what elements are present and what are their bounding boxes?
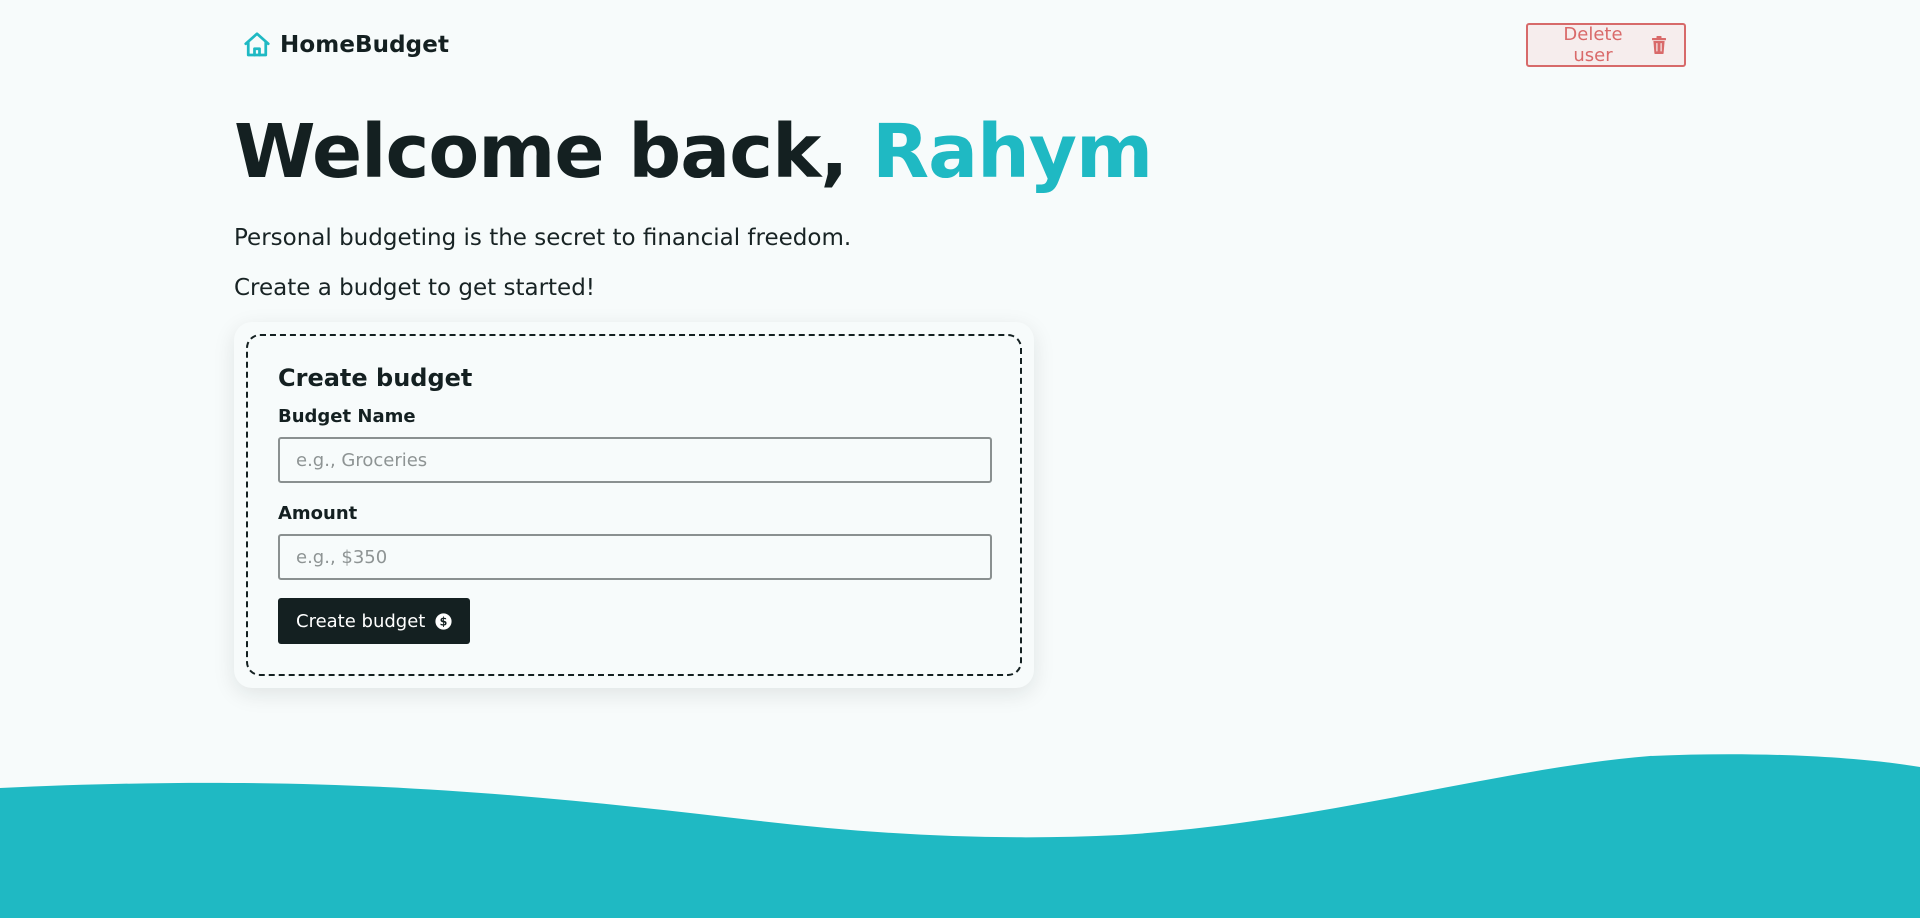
tagline: Personal budgeting is the secret to fina… — [234, 225, 852, 251]
wave-decoration — [0, 754, 1920, 918]
brand-name: HomeBudget — [280, 32, 450, 58]
welcome-heading: Welcome back, Rahym — [234, 109, 1153, 195]
trash-icon — [1651, 36, 1667, 54]
create-budget-label: Create budget — [296, 610, 426, 632]
dollar-circle-icon: $ — [435, 612, 452, 630]
welcome-text: Welcome back, — [234, 109, 873, 195]
create-budget-card: Create budget Budget Name Amount Create … — [234, 322, 1034, 688]
amount-label: Amount — [278, 503, 358, 524]
budget-name-label: Budget Name — [278, 406, 416, 427]
delete-user-label: Delete user — [1563, 24, 1623, 66]
get-started-text: Create a budget to get started! — [234, 275, 596, 301]
home-icon — [242, 30, 272, 60]
navbar: HomeBudget Delete user — [234, 20, 1686, 70]
page: HomeBudget Delete user Welcome back, Rah… — [0, 0, 1920, 918]
brand-link[interactable]: HomeBudget — [234, 24, 457, 66]
delete-user-button[interactable]: Delete user — [1526, 23, 1686, 67]
budget-name-input[interactable] — [278, 437, 992, 483]
amount-input[interactable] — [278, 534, 992, 580]
create-budget-button[interactable]: Create budget $ — [278, 598, 471, 644]
hero: Welcome back, Rahym Personal budgeting i… — [234, 109, 1153, 301]
svg-text:$: $ — [440, 615, 448, 628]
create-budget-form: Create budget Budget Name Amount Create … — [246, 334, 1022, 676]
username: Rahym — [872, 109, 1153, 195]
form-title: Create budget — [278, 364, 473, 392]
